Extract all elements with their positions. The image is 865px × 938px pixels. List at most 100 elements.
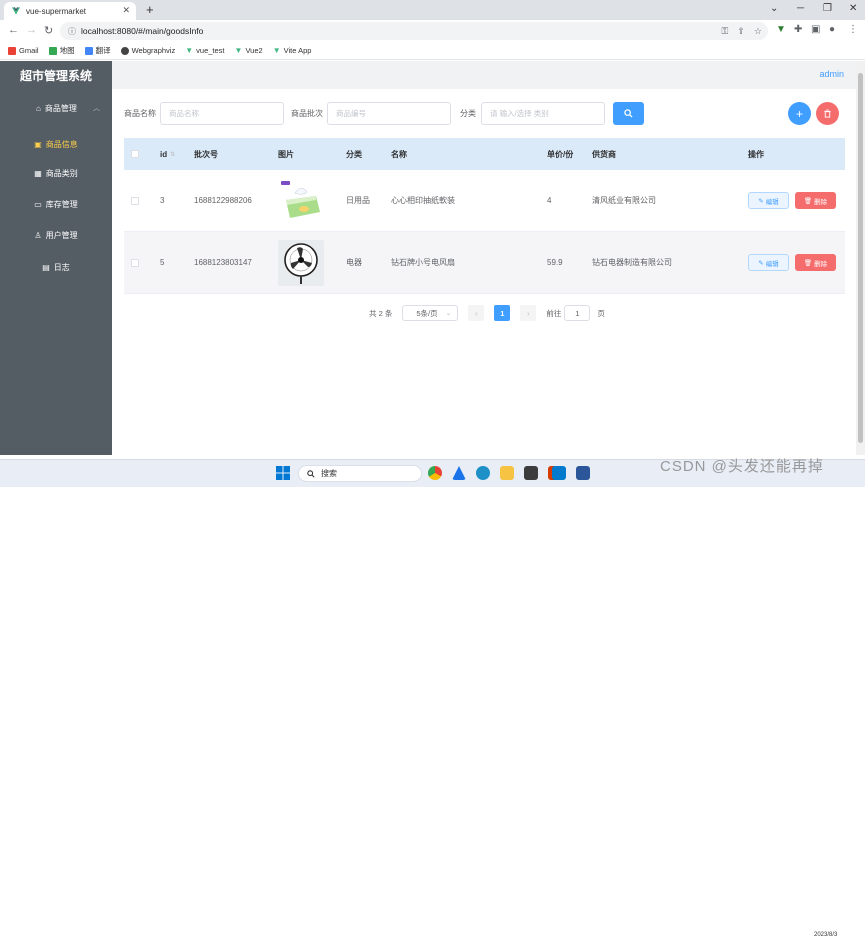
sidebar-item-log[interactable]: ▤ 日志 [0, 254, 112, 280]
add-button[interactable]: + [788, 102, 811, 125]
search-button[interactable] [613, 102, 644, 125]
table-row: 5 1688123803147 电器 钻石牌小号电风扇 59.9 钻石电器制造有… [124, 232, 845, 294]
url-text: localhost:8080/#/main/goodsInfo [81, 26, 204, 36]
bag-icon: ⌂ [36, 103, 41, 113]
bookmark-vue-test[interactable]: ▼ vue_test [185, 46, 224, 55]
sidebar-item-goods-info[interactable]: ▣ 商品信息 [0, 131, 112, 157]
edit-icon: ✎ [758, 197, 764, 205]
cell-batch: 1688122988206 [194, 196, 252, 205]
cell-price: 4 [547, 196, 552, 205]
delete-button[interactable]: 🗑 删除 [795, 254, 836, 271]
chevron-left-icon: ‹ [475, 308, 478, 318]
translate-icon [84, 46, 93, 55]
bookmark-vue2[interactable]: ▼ Vue2 [235, 46, 263, 55]
page-size-select[interactable]: 5条/页 ⌄ [402, 305, 459, 321]
word-icon[interactable] [576, 466, 590, 480]
bookmark-webgraphviz[interactable]: Webgraphviz [120, 46, 175, 55]
goto-label: 前往 [546, 308, 562, 318]
batch-input[interactable]: 商品编号 [327, 102, 451, 125]
reload-icon[interactable]: ↻ [44, 24, 53, 37]
cell-name: 心心相印抽纸軟装 [391, 196, 455, 205]
menu-group-goods[interactable]: ⌂ 商品管理 ︿ [0, 97, 112, 119]
select-all-checkbox[interactable] [131, 150, 139, 158]
new-tab-icon[interactable]: + [146, 2, 154, 17]
share-icon[interactable]: ⇪ [737, 26, 745, 37]
category-select[interactable]: 请 输入/选择 类别 [481, 102, 605, 125]
bookmarks-bar: Gmail 地图 翻译 Webgraphviz ▼ vue_test ▼ Vue2 … [0, 42, 865, 60]
folder-icon[interactable] [500, 466, 514, 480]
plus-icon: + [795, 106, 803, 121]
extensions-icon[interactable]: ✚ [794, 24, 802, 35]
back-icon[interactable]: ← [8, 24, 19, 36]
category-label: 分类 [460, 109, 476, 118]
taskbar-search[interactable]: 搜索 [298, 465, 422, 482]
cell-supplier: 钻石电器制造有限公司 [592, 258, 672, 267]
bookmark-vite-app[interactable]: ▼ Vite App [273, 46, 312, 55]
pagination-total: 共 2 条 [369, 308, 393, 318]
vue-logo-icon: ▼ [185, 46, 194, 55]
app-root: 超市管理系统 ⌂ 商品管理 ︿ ▣ 商品信息 ▦ 商品类别 ▭ 库存管理 ♙ 用… [0, 61, 856, 455]
vue-devtools-icon[interactable]: ▼ [776, 24, 786, 35]
scroll-thumb[interactable] [858, 73, 863, 443]
sort-icon[interactable]: ⇅ [170, 151, 175, 158]
chevron-down-icon[interactable]: ⌄ [770, 3, 778, 14]
row-checkbox[interactable] [131, 196, 139, 205]
close-window-icon[interactable]: ✕ [849, 3, 857, 14]
tab-close-icon[interactable]: ✕ [122, 5, 130, 16]
edit-button[interactable]: ✎ 编辑 [748, 254, 789, 271]
header-actions: 操作 [748, 149, 764, 159]
cell-price: 59.9 [547, 258, 563, 267]
sidebar-item-inventory[interactable]: ▭ 库存管理 [0, 191, 112, 217]
row-checkbox[interactable] [131, 258, 139, 267]
address-bar[interactable]: ⓘ localhost:8080/#/main/goodsInfo ⚿ ⇪ ☆ [60, 22, 768, 40]
filter-bar: 商品名称 商品名称 商品批次 商品编号 分类 请 输入/选择 类别 [124, 102, 605, 125]
header-supplier: 供货商 [592, 149, 616, 159]
header-id[interactable]: id ⇅ [160, 150, 175, 159]
gmail-icon [8, 46, 16, 55]
star-icon[interactable]: ☆ [754, 26, 762, 37]
key-icon[interactable]: ⚿ [722, 26, 729, 37]
cell-supplier: 清风纸业有限公司 [592, 196, 656, 205]
trash-icon [824, 109, 831, 118]
info-icon[interactable]: ⓘ [68, 26, 76, 37]
chrome-icon[interactable] [428, 466, 442, 480]
calendar-icon: ▤ [42, 262, 50, 272]
minimize-icon[interactable]: ─ [797, 3, 804, 14]
user-menu[interactable]: admin [819, 69, 844, 79]
name-input[interactable]: 商品名称 [160, 102, 284, 125]
goto-page-input[interactable]: 1 [564, 305, 591, 321]
main-content: admin 商品名称 商品名称 商品批次 商品编号 分类 请 输入/选择 类别 … [112, 61, 856, 455]
batch-label: 商品批次 [291, 109, 323, 118]
page-scrollbar[interactable] [856, 61, 865, 455]
bookmark-translate[interactable]: 翻译 [84, 45, 111, 56]
menu-icon[interactable]: ⋮ [848, 24, 858, 35]
sidebar-item-goods-category[interactable]: ▦ 商品类别 [0, 160, 112, 186]
page-number[interactable]: 1 [494, 305, 511, 321]
delete-button[interactable]: 🗑 删除 [795, 192, 836, 209]
edit-button[interactable]: ✎ 编辑 [748, 192, 789, 209]
prev-page-button[interactable]: ‹ [468, 305, 485, 321]
bookmark-maps[interactable]: 地图 [48, 45, 75, 56]
idea-icon[interactable] [524, 466, 538, 480]
profile-icon[interactable]: ● [829, 24, 835, 35]
edit-icon: ✎ [758, 259, 764, 267]
trash-icon: 🗑 [803, 259, 813, 267]
forward-icon[interactable]: → [26, 24, 37, 36]
sidebar-item-users[interactable]: ♙ 用户管理 [0, 222, 112, 248]
cell-batch: 1688123803147 [194, 258, 252, 267]
tissue-box-image[interactable] [278, 177, 324, 224]
batch-delete-button[interactable] [816, 102, 839, 125]
edge-icon[interactable] [476, 466, 490, 480]
browser-tab[interactable]: vue-supermarket ✕ [4, 2, 136, 20]
restore-icon[interactable]: ❐ [823, 3, 832, 14]
drive-icon[interactable] [452, 466, 466, 480]
header-category: 分类 [346, 149, 362, 159]
fan-image[interactable] [278, 239, 324, 286]
next-page-button[interactable]: › [520, 305, 537, 321]
bookmark-gmail[interactable]: Gmail [8, 46, 39, 55]
cell-category: 日用品 [346, 196, 370, 205]
vscode-icon[interactable] [552, 466, 566, 480]
sidepanel-icon[interactable]: ▣ [811, 24, 820, 35]
windows-start-icon[interactable] [276, 466, 290, 480]
table-header: id ⇅ 批次号 图片 分类 名称 单价/份 供货商 操作 [124, 138, 845, 170]
